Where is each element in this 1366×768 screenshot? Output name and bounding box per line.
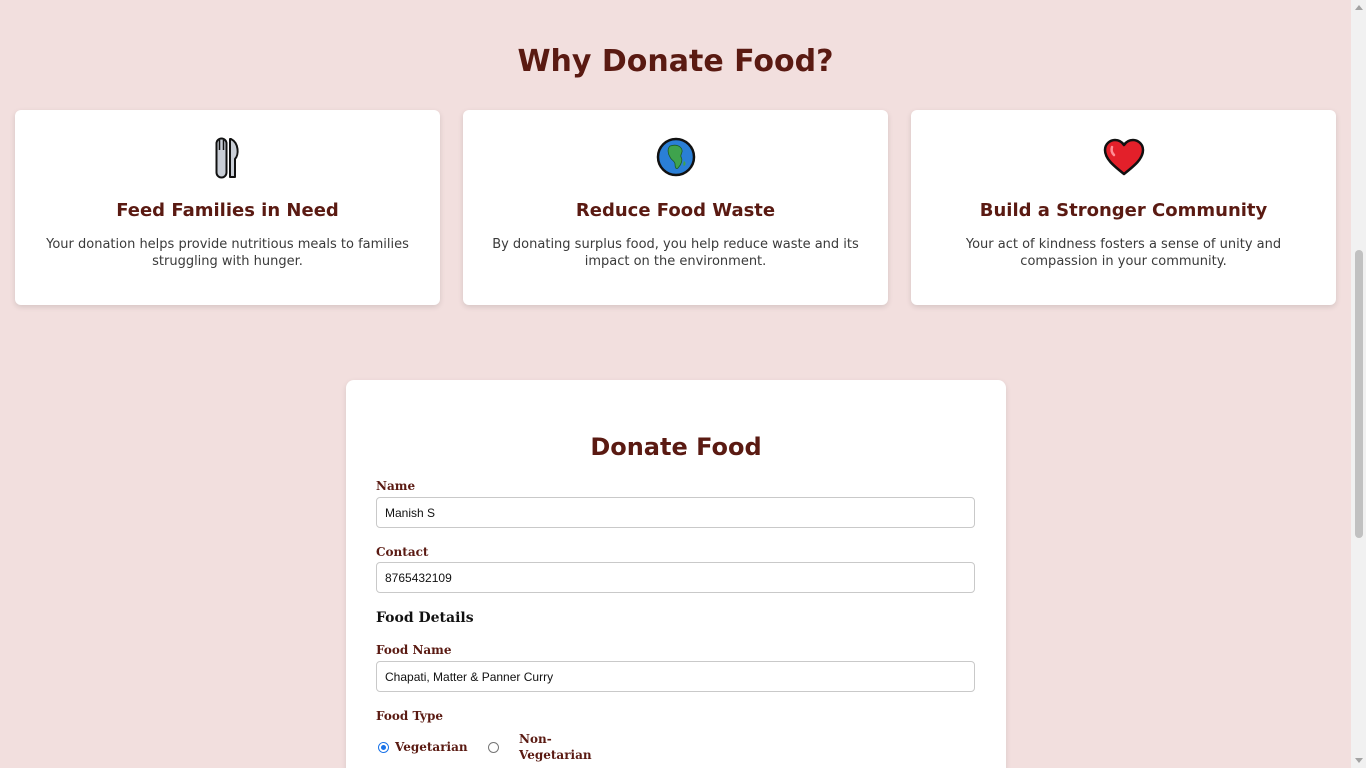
donate-food-form: Donate Food Name Contact Food Details Fo… — [346, 380, 1006, 768]
fork-and-knife-icon — [15, 137, 440, 181]
vegetarian-radio[interactable] — [378, 742, 389, 753]
globe-africa-icon — [463, 137, 888, 181]
scrollbar-thumb[interactable] — [1355, 250, 1363, 538]
page: Why Donate Food? Feed Families in Need Y… — [0, 0, 1351, 768]
card-description: Your act of kindness fosters a sense of … — [965, 237, 1282, 269]
card-title: Feed Families in Need — [116, 200, 339, 221]
card-title: Reduce Food Waste — [575, 200, 776, 221]
food-name-input[interactable] — [376, 661, 975, 692]
food-type-label: Food Type — [376, 709, 444, 723]
scroll-up-arrow-icon[interactable] — [1355, 5, 1363, 10]
card-build-community: Build a Stronger Community Your act of k… — [911, 110, 1336, 305]
card-reduce-waste: Reduce Food Waste By donating surplus fo… — [463, 110, 888, 305]
food-details-heading: Food Details — [376, 610, 474, 626]
non-vegetarian-label[interactable]: Non-Vegetarian — [519, 731, 592, 763]
scroll-down-arrow-icon[interactable] — [1355, 758, 1363, 763]
food-name-label: Food Name — [376, 643, 452, 657]
form-title: Donate Food — [590, 433, 762, 461]
card-title: Build a Stronger Community — [979, 200, 1268, 221]
vegetarian-label[interactable]: Vegetarian — [395, 739, 468, 755]
name-input[interactable] — [376, 497, 975, 528]
contact-label: Contact — [376, 545, 429, 559]
card-description: By donating surplus food, you help reduc… — [492, 237, 859, 269]
page-scrollbar[interactable] — [1351, 0, 1366, 768]
card-description: Your donation helps provide nutritious m… — [46, 237, 409, 269]
food-type-radio-group: Vegetarian Non-Vegetarian — [376, 732, 676, 768]
contact-input[interactable] — [376, 562, 975, 593]
heart-icon — [911, 137, 1336, 181]
name-label: Name — [376, 479, 416, 493]
non-vegetarian-radio[interactable] — [488, 742, 499, 753]
why-donate-heading: Why Donate Food? — [517, 44, 834, 79]
card-feed-families: Feed Families in Need Your donation help… — [15, 110, 440, 305]
